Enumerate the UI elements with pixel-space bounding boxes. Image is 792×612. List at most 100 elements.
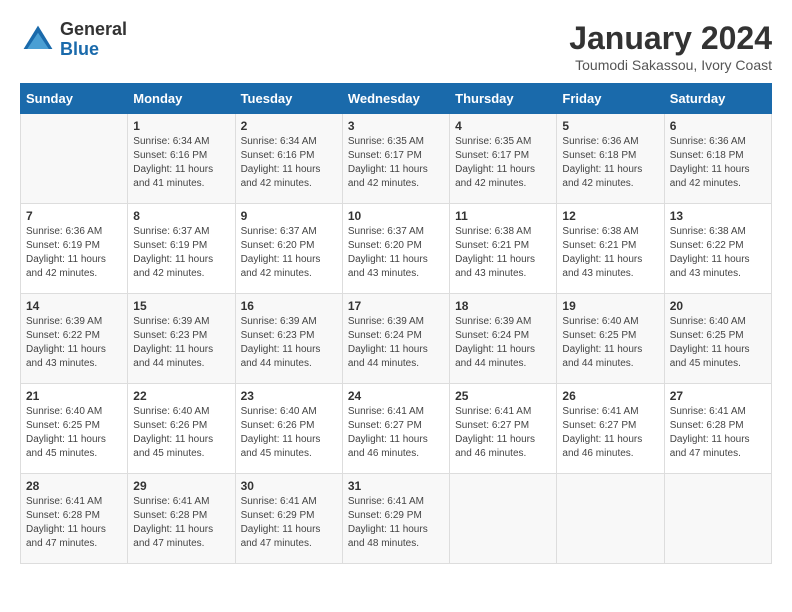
header-row: SundayMondayTuesdayWednesdayThursdayFrid… — [21, 84, 772, 114]
day-number: 5 — [562, 119, 658, 133]
header-day-wednesday: Wednesday — [342, 84, 449, 114]
calendar-cell: 31 Sunrise: 6:41 AM Sunset: 6:29 PM Dayli… — [342, 474, 449, 564]
calendar-cell: 27Sunrise: 6:41 AM Sunset: 6:28 PM Dayli… — [664, 384, 771, 474]
calendar-cell: 21 Sunrise: 6:40 AM Sunset: 6:25 PM Dayli… — [21, 384, 128, 474]
day-number: 2 — [241, 119, 337, 133]
day-info: Sunrise: 6:40 AM Sunset: 6:26 PM Dayligh… — [133, 405, 229, 461]
day-info: Sunrise: 6:40 AM Sunset: 6:25 PM Dayligh… — [562, 315, 658, 371]
day-info: Sunrise: 6:38 AM Sunset: 6:21 PM Dayligh… — [562, 225, 658, 281]
calendar-cell: 5 Sunrise: 6:36 AM Sunset: 6:18 PM Daylig… — [557, 114, 664, 204]
day-info: Sunrise: 6:34 AM Sunset: 6:16 PM Dayligh… — [241, 135, 337, 191]
day-info: Sunrise: 6:37 AM Sunset: 6:20 PM Dayligh… — [348, 225, 444, 281]
logo-general: General — [60, 20, 127, 40]
day-number: 21 — [26, 389, 122, 403]
day-info: Sunrise: 6:36 AM Sunset: 6:18 PM Dayligh… — [562, 135, 658, 191]
day-info: Sunrise: 6:41 AM Sunset: 6:28 PM Dayligh… — [26, 495, 122, 551]
day-number: 26 — [562, 389, 658, 403]
calendar-cell: 1 Sunrise: 6:34 AM Sunset: 6:16 PM Daylig… — [128, 114, 235, 204]
calendar-cell: 30 Sunrise: 6:41 AM Sunset: 6:29 PM Dayli… — [235, 474, 342, 564]
day-number: 15 — [133, 299, 229, 313]
calendar-cell: 20 Sunrise: 6:40 AM Sunset: 6:25 PM Dayli… — [664, 294, 771, 384]
day-number: 14 — [26, 299, 122, 313]
calendar-cell: 13Sunrise: 6:38 AM Sunset: 6:22 PM Dayli… — [664, 204, 771, 294]
calendar-cell: 22Sunrise: 6:40 AM Sunset: 6:26 PM Dayli… — [128, 384, 235, 474]
day-number: 31 — [348, 479, 444, 493]
day-info: Sunrise: 6:36 AM Sunset: 6:18 PM Dayligh… — [670, 135, 766, 191]
week-row-2: 7Sunrise: 6:36 AM Sunset: 6:19 PM Daylig… — [21, 204, 772, 294]
day-number: 1 — [133, 119, 229, 133]
day-info: Sunrise: 6:41 AM Sunset: 6:28 PM Dayligh… — [133, 495, 229, 551]
logo: General Blue — [20, 20, 127, 60]
week-row-5: 28Sunrise: 6:41 AM Sunset: 6:28 PM Dayli… — [21, 474, 772, 564]
day-info: Sunrise: 6:35 AM Sunset: 6:17 PM Dayligh… — [455, 135, 551, 191]
calendar-cell: 11Sunrise: 6:38 AM Sunset: 6:21 PM Dayli… — [450, 204, 557, 294]
month-title: January 2024 — [569, 20, 772, 57]
header-day-tuesday: Tuesday — [235, 84, 342, 114]
location-title: Toumodi Sakassou, Ivory Coast — [569, 57, 772, 73]
calendar-cell: 7Sunrise: 6:36 AM Sunset: 6:19 PM Daylig… — [21, 204, 128, 294]
calendar-cell: 19 Sunrise: 6:40 AM Sunset: 6:25 PM Dayli… — [557, 294, 664, 384]
day-number: 30 — [241, 479, 337, 493]
title-section: January 2024 Toumodi Sakassou, Ivory Coa… — [569, 20, 772, 73]
header-day-thursday: Thursday — [450, 84, 557, 114]
calendar-cell: 23Sunrise: 6:40 AM Sunset: 6:26 PM Dayli… — [235, 384, 342, 474]
calendar-cell: 24 Sunrise: 6:41 AM Sunset: 6:27 PM Dayli… — [342, 384, 449, 474]
day-number: 12 — [562, 209, 658, 223]
page-header: General Blue January 2024 Toumodi Sakass… — [20, 20, 772, 73]
calendar-cell: 6 Sunrise: 6:36 AM Sunset: 6:18 PM Daylig… — [664, 114, 771, 204]
calendar-cell: 15 Sunrise: 6:39 AM Sunset: 6:23 PM Dayli… — [128, 294, 235, 384]
day-number: 19 — [562, 299, 658, 313]
day-number: 4 — [455, 119, 551, 133]
calendar-cell: 18Sunrise: 6:39 AM Sunset: 6:24 PM Dayli… — [450, 294, 557, 384]
day-info: Sunrise: 6:41 AM Sunset: 6:27 PM Dayligh… — [562, 405, 658, 461]
logo-icon — [20, 22, 56, 58]
calendar-cell: 28Sunrise: 6:41 AM Sunset: 6:28 PM Dayli… — [21, 474, 128, 564]
calendar-table: SundayMondayTuesdayWednesdayThursdayFrid… — [20, 83, 772, 564]
day-info: Sunrise: 6:40 AM Sunset: 6:25 PM Dayligh… — [670, 315, 766, 371]
day-number: 3 — [348, 119, 444, 133]
day-number: 13 — [670, 209, 766, 223]
day-number: 8 — [133, 209, 229, 223]
day-number: 20 — [670, 299, 766, 313]
calendar-cell: 8 Sunrise: 6:37 AM Sunset: 6:19 PM Daylig… — [128, 204, 235, 294]
day-info: Sunrise: 6:41 AM Sunset: 6:27 PM Dayligh… — [348, 405, 444, 461]
day-info: Sunrise: 6:41 AM Sunset: 6:27 PM Dayligh… — [455, 405, 551, 461]
day-info: Sunrise: 6:40 AM Sunset: 6:25 PM Dayligh… — [26, 405, 122, 461]
calendar-cell: 12 Sunrise: 6:38 AM Sunset: 6:21 PM Dayli… — [557, 204, 664, 294]
day-info: Sunrise: 6:41 AM Sunset: 6:29 PM Dayligh… — [348, 495, 444, 551]
day-number: 25 — [455, 389, 551, 403]
header-day-sunday: Sunday — [21, 84, 128, 114]
logo-text: General Blue — [60, 20, 127, 60]
calendar-cell: 3Sunrise: 6:35 AM Sunset: 6:17 PM Daylig… — [342, 114, 449, 204]
day-info: Sunrise: 6:38 AM Sunset: 6:21 PM Dayligh… — [455, 225, 551, 281]
day-info: Sunrise: 6:36 AM Sunset: 6:19 PM Dayligh… — [26, 225, 122, 281]
calendar-cell — [664, 474, 771, 564]
calendar-cell — [21, 114, 128, 204]
day-number: 17 — [348, 299, 444, 313]
day-info: Sunrise: 6:39 AM Sunset: 6:23 PM Dayligh… — [133, 315, 229, 371]
day-number: 6 — [670, 119, 766, 133]
week-row-4: 21 Sunrise: 6:40 AM Sunset: 6:25 PM Dayli… — [21, 384, 772, 474]
logo-blue: Blue — [60, 40, 127, 60]
day-number: 10 — [348, 209, 444, 223]
day-info: Sunrise: 6:41 AM Sunset: 6:29 PM Dayligh… — [241, 495, 337, 551]
week-row-1: 1 Sunrise: 6:34 AM Sunset: 6:16 PM Daylig… — [21, 114, 772, 204]
calendar-cell: 14 Sunrise: 6:39 AM Sunset: 6:22 PM Dayli… — [21, 294, 128, 384]
day-info: Sunrise: 6:39 AM Sunset: 6:23 PM Dayligh… — [241, 315, 337, 371]
day-info: Sunrise: 6:41 AM Sunset: 6:28 PM Dayligh… — [670, 405, 766, 461]
day-info: Sunrise: 6:39 AM Sunset: 6:22 PM Dayligh… — [26, 315, 122, 371]
day-number: 16 — [241, 299, 337, 313]
day-number: 9 — [241, 209, 337, 223]
calendar-cell — [557, 474, 664, 564]
header-day-friday: Friday — [557, 84, 664, 114]
day-info: Sunrise: 6:39 AM Sunset: 6:24 PM Dayligh… — [455, 315, 551, 371]
calendar-cell: 25 Sunrise: 6:41 AM Sunset: 6:27 PM Dayli… — [450, 384, 557, 474]
day-number: 24 — [348, 389, 444, 403]
calendar-cell: 9Sunrise: 6:37 AM Sunset: 6:20 PM Daylig… — [235, 204, 342, 294]
day-info: Sunrise: 6:37 AM Sunset: 6:19 PM Dayligh… — [133, 225, 229, 281]
day-number: 23 — [241, 389, 337, 403]
calendar-cell: 26 Sunrise: 6:41 AM Sunset: 6:27 PM Dayli… — [557, 384, 664, 474]
calendar-cell: 16 Sunrise: 6:39 AM Sunset: 6:23 PM Dayli… — [235, 294, 342, 384]
day-info: Sunrise: 6:34 AM Sunset: 6:16 PM Dayligh… — [133, 135, 229, 191]
calendar-cell: 2 Sunrise: 6:34 AM Sunset: 6:16 PM Daylig… — [235, 114, 342, 204]
